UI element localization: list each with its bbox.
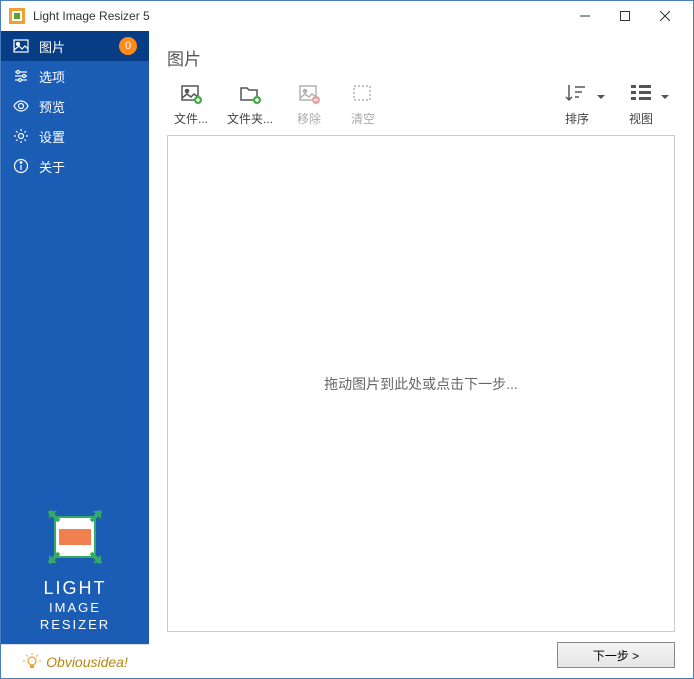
- add-folder-icon: [238, 82, 262, 106]
- main-panel: 图片 文件... 文件夹... 移除 清空 排序: [149, 31, 693, 678]
- image-count-badge: 0: [119, 37, 137, 55]
- chevron-down-icon[interactable]: [597, 88, 605, 106]
- next-button[interactable]: 下一步 >: [557, 642, 675, 668]
- add-file-icon: [179, 82, 203, 106]
- sliders-icon: [13, 68, 29, 84]
- eye-icon: [13, 98, 29, 114]
- view-icon: [629, 82, 653, 106]
- vendor-label: Obviousidea!: [46, 654, 128, 670]
- toolbar: 文件... 文件夹... 移除 清空 排序: [167, 82, 675, 127]
- logo-graphic: [47, 509, 103, 565]
- logo-text: LIGHT IMAGE RESIZER: [11, 577, 139, 634]
- sidebar-item-label: 预览: [39, 97, 137, 116]
- drop-zone-placeholder: 拖动图片到此处或点击下一步...: [324, 374, 518, 394]
- sort-button[interactable]: 排序: [559, 82, 595, 127]
- sidebar-item-label: 选项: [39, 67, 137, 86]
- app-icon: [9, 8, 25, 24]
- remove-icon: [297, 82, 321, 106]
- sidebar-item-label: 关于: [39, 157, 137, 176]
- info-icon: [13, 158, 29, 174]
- close-button[interactable]: [645, 2, 685, 30]
- gear-icon: [13, 128, 29, 144]
- sidebar-item-label: 设置: [39, 127, 137, 146]
- clear-button: 清空: [345, 82, 381, 127]
- titlebar: Light Image Resizer 5: [1, 1, 693, 31]
- sidebar-item-label: 图片: [39, 37, 109, 56]
- lightbulb-icon: [22, 652, 42, 672]
- sidebar-item-settings[interactable]: 设置: [1, 121, 149, 151]
- add-folder-button[interactable]: 文件夹...: [227, 82, 273, 127]
- image-icon: [13, 38, 29, 54]
- sidebar-item-about[interactable]: 关于: [1, 151, 149, 181]
- view-button[interactable]: 视图: [623, 82, 659, 127]
- app-logo: LIGHT IMAGE RESIZER: [1, 499, 149, 644]
- clear-icon: [351, 82, 375, 106]
- drop-zone[interactable]: 拖动图片到此处或点击下一步...: [167, 135, 675, 632]
- minimize-button[interactable]: [565, 2, 605, 30]
- maximize-button[interactable]: [605, 2, 645, 30]
- sort-icon: [565, 82, 589, 106]
- chevron-down-icon[interactable]: [661, 88, 669, 106]
- window-title: Light Image Resizer 5: [33, 9, 565, 23]
- remove-button: 移除: [291, 82, 327, 127]
- sidebar-item-images[interactable]: 图片 0: [1, 31, 149, 61]
- add-file-button[interactable]: 文件...: [173, 82, 209, 127]
- vendor-link[interactable]: Obviousidea!: [1, 644, 149, 678]
- sidebar-item-preview[interactable]: 预览: [1, 91, 149, 121]
- sidebar-item-options[interactable]: 选项: [1, 61, 149, 91]
- sidebar: 图片 0 选项 预览 设置 关于 LIGHT IMAGE RESI: [1, 31, 149, 678]
- page-title: 图片: [167, 45, 675, 70]
